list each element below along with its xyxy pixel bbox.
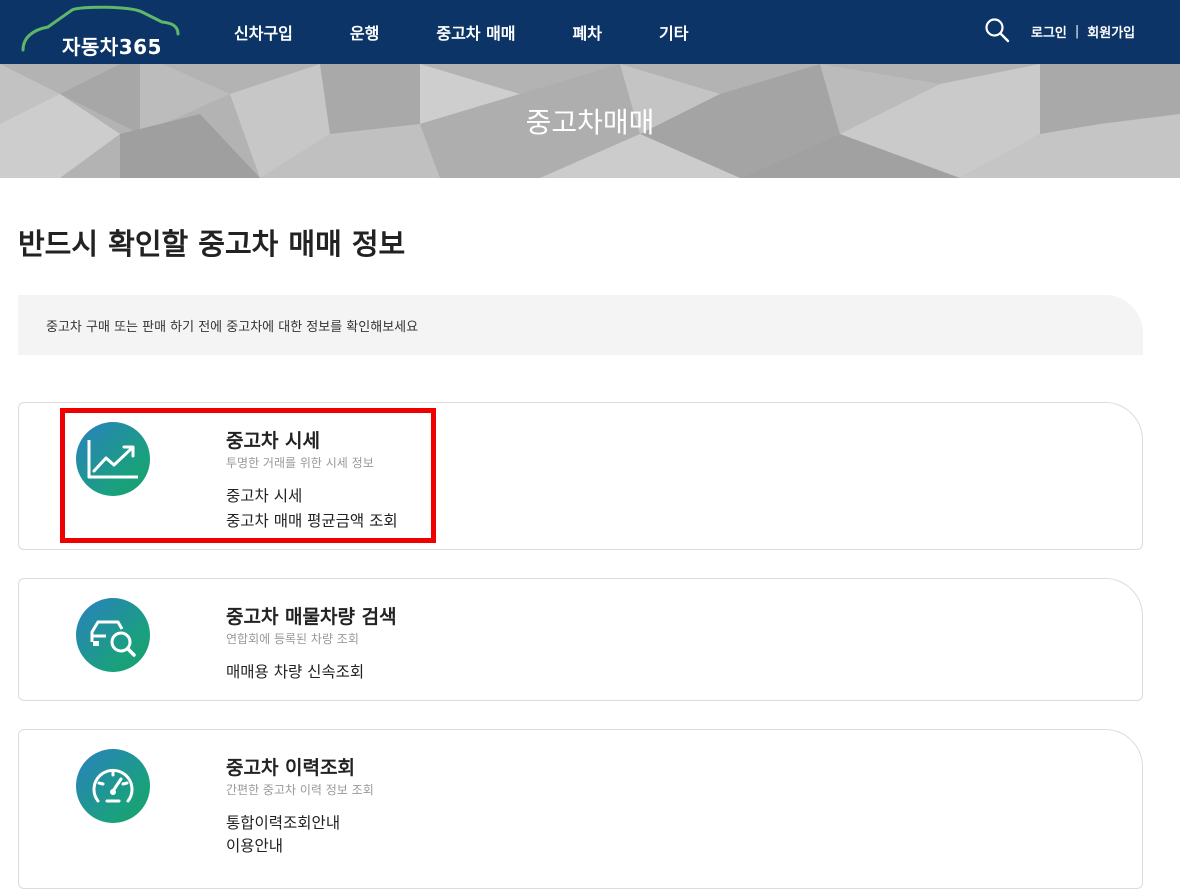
page-title: 반드시 확인할 중고차 매매 정보 xyxy=(18,227,406,261)
banner-title: 중고차매매 xyxy=(525,106,655,139)
card-link-quick-search[interactable]: 매매용 차량 신속조회 xyxy=(226,660,364,682)
card-title: 중고차 매물차량 검색 xyxy=(226,606,397,628)
card-link-usage-guide[interactable]: 이용안내 xyxy=(226,834,283,856)
page-banner: 중고차매매 xyxy=(0,64,1180,178)
main-nav: 신차구입 운행 중고차 매매 폐차 기타 xyxy=(234,0,745,64)
car-search-icon xyxy=(76,598,150,672)
top-header: 자동차365 신차구입 운행 중고차 매매 폐차 기타 로그인 | 회원가입 xyxy=(0,0,1180,64)
nav-item-etc[interactable]: 기타 xyxy=(659,20,688,44)
signup-link[interactable]: 회원가입 xyxy=(1087,22,1135,41)
auth-links: 로그인 | 회원가입 xyxy=(1031,22,1135,41)
nav-item-scrap[interactable]: 폐차 xyxy=(573,20,602,44)
logo-text: 자동차365 xyxy=(62,35,162,59)
highlight-box xyxy=(60,408,436,543)
notice-box: 중고차 구매 또는 판매 하기 전에 중고차에 대한 정보를 확인해보세요 xyxy=(18,295,1143,355)
login-link[interactable]: 로그인 xyxy=(1031,22,1067,41)
card-used-car-search: 중고차 매물차량 검색 연합회에 등록된 차량 조회 매매용 차량 신속조회 xyxy=(18,578,1143,701)
nav-item-used-car[interactable]: 중고차 매매 xyxy=(436,20,515,44)
auth-separator: | xyxy=(1074,24,1080,39)
notice-text: 중고차 구매 또는 판매 하기 전에 중고차에 대한 정보를 확인해보세요 xyxy=(46,320,419,335)
nav-item-new-car[interactable]: 신차구입 xyxy=(234,20,293,44)
card-subtitle: 연합회에 등록된 차량 조회 xyxy=(226,632,359,646)
nav-item-driving[interactable]: 운행 xyxy=(350,20,379,44)
card-link-history-guide[interactable]: 통합이력조회안내 xyxy=(226,811,340,833)
site-logo[interactable]: 자동차365 xyxy=(20,4,182,60)
card-title: 중고차 이력조회 xyxy=(226,757,355,779)
card-used-car-history: 중고차 이력조회 간편한 중고차 이력 정보 조회 통합이력조회안내 이용안내 xyxy=(18,729,1143,889)
search-icon[interactable] xyxy=(984,17,1010,43)
card-subtitle: 간편한 중고차 이력 정보 조회 xyxy=(226,783,374,797)
speedometer-icon xyxy=(76,749,150,823)
